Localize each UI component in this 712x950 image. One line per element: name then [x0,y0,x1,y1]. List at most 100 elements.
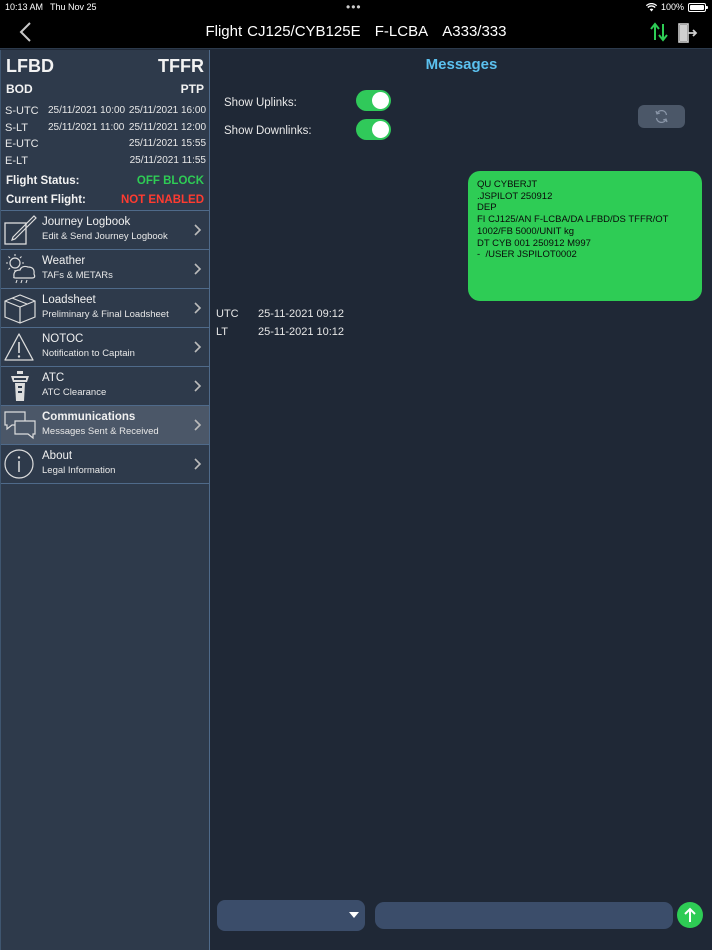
message-line: 1002/FB 5000/UNIT kg [477,225,574,237]
warning-triangle-icon [4,333,34,361]
registration: F-LCBA [374,23,429,40]
sidebar-item-subtitle: ATC Clearance [42,387,107,398]
chevron-right-icon [194,263,202,275]
sidebar-item-subtitle: Legal Information [42,465,116,476]
sidebar-item-title: ATC [42,372,65,384]
show-uplinks-label: Show Uplinks: [224,97,297,109]
wifi-icon [645,2,657,11]
sidebar-item-subtitle: TAFs & METARs [42,270,113,281]
flight-status-row: Flight Status: OFF BLOCK [1,173,209,191]
arrival-time: 25/11/2021 15:55 [128,138,206,149]
current-flight-label: Current Flight: [6,194,86,206]
message-type-dropdown[interactable] [217,900,365,931]
info-icon [4,449,34,479]
status-indicators: 100% [645,2,708,12]
chevron-right-icon [194,302,202,314]
show-downlinks-toggle[interactable] [356,119,391,140]
refresh-icon [655,109,668,124]
control-tower-icon [11,371,29,401]
navigation-bar: Flight CJ125/CYB125E F-LCBA A333/333 [0,16,712,49]
sidebar-item-notoc[interactable]: NOTOC Notification to Captain [1,328,209,367]
send-button[interactable] [677,902,703,928]
time-label: E-LT [5,155,29,167]
sidebar-item-subtitle: Preliminary & Final Loadsheet [42,309,169,320]
show-downlinks-label: Show Downlinks: [224,125,312,137]
destination-icao: TFFR [158,56,204,76]
current-flight-value: NOT ENABLED [120,194,204,206]
message-lt-timestamp: LT 25-11-2021 10:12 [216,326,344,338]
flight-number: CJ125/CYB125E [247,23,361,40]
sidebar-item-about[interactable]: About Legal Information [1,445,209,484]
aircraft-type: A333/333 [442,23,507,40]
time-label: S-UTC [5,105,39,117]
sidebar-item-title: Communications [42,411,136,423]
sidebar-item-journey-logbook[interactable]: Journey Logbook Edit & Send Journey Logb… [1,211,209,250]
weather-icon [6,254,36,284]
messages-panel: Messages Show Uplinks: Show Downlinks: Q… [211,50,712,950]
time-row-e-utc: E-UTC 25/11/2021 15:55 [1,136,209,152]
dropdown-caret-icon [349,912,359,918]
show-uplinks-toggle[interactable] [356,90,391,111]
time-row-s-lt: S-LT 25/11/2021 11:00 25/11/2021 12:00 [1,120,209,136]
arrival-time: 25/11/2021 16:00 [128,105,206,116]
battery-percent: 100% [660,2,684,12]
sidebar-item-title: Loadsheet [42,294,96,306]
chevron-right-icon [194,380,202,392]
message-input[interactable] [375,902,673,929]
sidebar-item-title: NOTOC [42,333,84,345]
sidebar-item-subtitle: Edit & Send Journey Logbook [42,231,168,242]
lt-label: LT [216,326,229,338]
sidebar-item-title: About [42,450,73,462]
message-line: DT CYB 001 250912 M997 [477,237,591,249]
message-line: FI CJ125/AN F-LCBA/DA LFBD/DS TFFR/OT [477,214,669,226]
sidebar-item-title: Weather [42,255,86,267]
send-arrow-up-icon [684,907,696,922]
sidebar-item-subtitle: Notification to Captain [42,348,135,359]
time-label: E-UTC [5,138,39,150]
status-bar: 10:13 AM Thu Nov 25 ••• 100% [0,0,712,16]
message-line: QU CYBERJT [477,179,538,190]
flight-label: Flight [205,23,243,40]
sidebar-item-atc[interactable]: ATC ATC Clearance [1,367,209,406]
message-utc-timestamp: UTC 25-11-2021 09:12 [216,308,344,320]
flight-status-label: Flight Status: [6,175,80,187]
toggle-knob [372,121,389,138]
chevron-right-icon [194,341,202,353]
message-line: DEP [477,202,497,214]
origin-icao: LFBD [6,56,54,76]
message-line: - /USER JSPILOT0002 [477,249,577,261]
time-row-e-lt: E-LT 25/11/2021 11:55 [1,153,209,169]
message-line: .JSPILOT 250912 [477,190,553,202]
battery-icon [688,2,708,12]
logout-door-icon[interactable] [676,22,698,44]
page-title: Messages [425,56,498,73]
chevron-right-icon [194,419,202,431]
destination-iata: PTP [180,82,204,96]
logbook-edit-icon [4,215,37,245]
status-date: Thu Nov 25 [50,2,97,12]
sidebar-item-communications[interactable]: Communications Messages Sent & Received [1,406,209,445]
loadsheet-box-icon [4,294,36,324]
refresh-button[interactable] [638,105,685,128]
multitasking-dots-icon[interactable]: ••• [346,0,362,14]
arrival-time: 25/11/2021 12:00 [128,122,206,133]
departure-time: 25/11/2021 11:00 [48,122,125,133]
arrival-time: 25/11/2021 11:55 [129,155,206,166]
utc-label: UTC [216,308,239,320]
sidebar-item-weather[interactable]: Weather TAFs & METARs [1,250,209,289]
current-flight-row: Current Flight: NOT ENABLED [1,192,209,210]
utc-value: 25-11-2021 09:12 [258,308,345,320]
chevron-right-icon [194,458,202,470]
toggle-knob [372,92,389,109]
message-bubble[interactable]: QU CYBERJT .JSPILOT 250912 DEP FI CJ125/… [468,171,702,301]
origin-iata: BOD [6,82,33,96]
time-label: S-LT [5,122,29,134]
sidebar-menu: Journey Logbook Edit & Send Journey Logb… [1,210,209,484]
lt-value: 25-11-2021 10:12 [258,326,345,338]
sidebar: LFBD TFFR BOD PTP S-UTC 25/11/2021 10:00… [0,50,210,950]
sidebar-item-loadsheet[interactable]: Loadsheet Preliminary & Final Loadsheet [1,289,209,328]
sidebar-item-subtitle: Messages Sent & Received [42,426,159,437]
chat-bubbles-icon [4,411,36,440]
sync-arrows-icon[interactable] [648,21,670,43]
time-row-s-utc: S-UTC 25/11/2021 10:00 25/11/2021 16:00 [1,103,209,119]
